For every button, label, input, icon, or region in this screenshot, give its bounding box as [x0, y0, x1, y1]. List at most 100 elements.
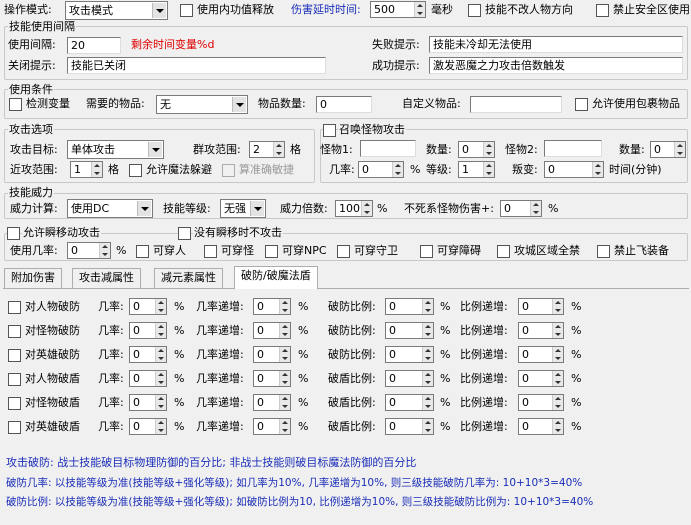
no-move-checkbox[interactable] — [178, 227, 191, 240]
pass-guard-checkbox[interactable] — [337, 245, 350, 258]
op-mode-select[interactable]: 攻击模式 — [65, 1, 168, 20]
spinner-arrows-icon[interactable] — [99, 243, 110, 258]
summon-level-spinner[interactable]: 1 — [458, 161, 495, 178]
chance-inc-spinner[interactable]: 0 — [253, 298, 291, 315]
tab-break-defense[interactable]: 破防/破魔法盾 — [234, 266, 318, 289]
chevron-down-icon[interactable] — [232, 97, 246, 112]
fail-input[interactable]: 技能未冷却无法使用 — [429, 36, 683, 53]
close-input[interactable]: 技能已关闭 — [67, 57, 326, 74]
range-spinner[interactable]: 2 — [249, 141, 285, 158]
precise-checkbox[interactable] — [222, 164, 235, 177]
spinner-arrows-icon[interactable] — [279, 419, 290, 434]
spinner-arrows-icon[interactable] — [592, 162, 603, 177]
allow-move-checkbox[interactable] — [7, 227, 20, 240]
ratio-spinner[interactable]: 0 — [385, 322, 434, 339]
ratio-inc-spinner[interactable]: 0 — [518, 394, 564, 411]
spinner-arrows-icon[interactable] — [422, 371, 433, 386]
ratio-spinner[interactable]: 0 — [385, 370, 434, 387]
spinner-arrows-icon[interactable] — [155, 299, 166, 314]
pass-monster-checkbox[interactable] — [204, 245, 217, 258]
row-checkbox[interactable] — [8, 373, 21, 386]
calc-select[interactable]: 使用DC — [67, 199, 153, 218]
pass-player-checkbox[interactable] — [136, 245, 149, 258]
chevron-down-icon[interactable] — [137, 201, 151, 216]
interval-input[interactable]: 20 — [67, 37, 121, 54]
no-fly-checkbox[interactable] — [597, 245, 610, 258]
spinner-arrows-icon[interactable] — [422, 323, 433, 338]
spinner-arrows-icon[interactable] — [155, 323, 166, 338]
mutate-spinner[interactable]: 0 — [544, 161, 604, 178]
skill-level-select[interactable]: 无强 — [220, 199, 266, 218]
chevron-down-icon[interactable] — [152, 3, 166, 18]
qty1-spinner[interactable]: 0 — [458, 141, 495, 158]
spinner-arrows-icon[interactable] — [279, 395, 290, 410]
spinner-arrows-icon[interactable] — [552, 371, 563, 386]
siege-ban-checkbox[interactable] — [497, 245, 510, 258]
pass-npc-checkbox[interactable] — [265, 245, 278, 258]
ratio-inc-spinner[interactable]: 0 — [518, 346, 564, 363]
chance-spinner[interactable]: 0 — [129, 370, 167, 387]
pass-obstacle-checkbox[interactable] — [420, 245, 433, 258]
tab-attack-reduce[interactable]: 攻击减属性 — [72, 268, 141, 288]
chance-spinner[interactable]: 0 — [129, 394, 167, 411]
row-checkbox[interactable] — [8, 325, 21, 338]
spinner-arrows-icon[interactable] — [552, 395, 563, 410]
undead-spinner[interactable]: 0 — [500, 200, 542, 217]
ratio-spinner[interactable]: 0 — [385, 298, 434, 315]
chance-spinner[interactable]: 0 — [129, 346, 167, 363]
spinner-arrows-icon[interactable] — [422, 347, 433, 362]
item-needed-select[interactable]: 无 — [156, 95, 248, 114]
chance-inc-spinner[interactable]: 0 — [253, 394, 291, 411]
spinner-arrows-icon[interactable] — [552, 419, 563, 434]
item-qty-input[interactable]: 0 — [316, 96, 372, 113]
chance-spinner[interactable]: 0 — [129, 418, 167, 435]
target-select[interactable]: 单体攻击 — [67, 140, 164, 159]
custom-item-input[interactable] — [470, 96, 562, 113]
spinner-arrows-icon[interactable] — [361, 201, 372, 216]
allow-dodge-checkbox[interactable] — [129, 164, 142, 177]
row-checkbox[interactable] — [8, 397, 21, 410]
allow-pack-checkbox[interactable] — [575, 98, 588, 111]
chevron-down-icon[interactable] — [148, 142, 162, 157]
summon-chance-spinner[interactable]: 0 — [358, 161, 404, 178]
spinner-arrows-icon[interactable] — [392, 162, 403, 177]
spinner-arrows-icon[interactable] — [552, 299, 563, 314]
near-spinner[interactable]: 1 — [70, 161, 103, 178]
ratio-inc-spinner[interactable]: 0 — [518, 298, 564, 315]
move-chance-spinner[interactable]: 0 — [67, 242, 111, 259]
row-checkbox[interactable] — [8, 349, 21, 362]
spinner-arrows-icon[interactable] — [273, 142, 284, 157]
chance-spinner[interactable]: 0 — [129, 322, 167, 339]
spinner-arrows-icon[interactable] — [155, 395, 166, 410]
multiplier-spinner[interactable]: 100 — [335, 200, 373, 217]
qty2-spinner[interactable]: 0 — [650, 141, 686, 158]
row-checkbox[interactable] — [8, 421, 21, 434]
spinner-arrows-icon[interactable] — [414, 2, 425, 17]
check-var-checkbox[interactable] — [9, 98, 22, 111]
ratio-spinner[interactable]: 0 — [385, 346, 434, 363]
row-checkbox[interactable] — [8, 301, 21, 314]
spinner-arrows-icon[interactable] — [155, 371, 166, 386]
chance-inc-spinner[interactable]: 0 — [253, 346, 291, 363]
spinner-arrows-icon[interactable] — [674, 142, 685, 157]
spinner-arrows-icon[interactable] — [530, 201, 541, 216]
ratio-inc-spinner[interactable]: 0 — [518, 418, 564, 435]
spinner-arrows-icon[interactable] — [279, 299, 290, 314]
use-internal-checkbox[interactable] — [180, 4, 193, 17]
chevron-down-icon[interactable] — [250, 201, 264, 216]
spinner-arrows-icon[interactable] — [422, 395, 433, 410]
spinner-arrows-icon[interactable] — [483, 162, 494, 177]
spinner-arrows-icon[interactable] — [279, 347, 290, 362]
chance-inc-spinner[interactable]: 0 — [253, 418, 291, 435]
ratio-inc-spinner[interactable]: 0 — [518, 322, 564, 339]
tab-element-reduce[interactable]: 减元素属性 — [154, 268, 223, 288]
spinner-arrows-icon[interactable] — [155, 419, 166, 434]
summon-checkbox[interactable] — [323, 124, 336, 137]
spinner-arrows-icon[interactable] — [422, 419, 433, 434]
spinner-arrows-icon[interactable] — [422, 299, 433, 314]
spinner-arrows-icon[interactable] — [279, 371, 290, 386]
tab-extra-damage[interactable]: 附加伤害 — [4, 268, 62, 288]
spinner-arrows-icon[interactable] — [552, 347, 563, 362]
success-input[interactable]: 激发恶魔之力攻击倍数触发 — [429, 57, 683, 74]
monster2-input[interactable] — [544, 140, 602, 157]
